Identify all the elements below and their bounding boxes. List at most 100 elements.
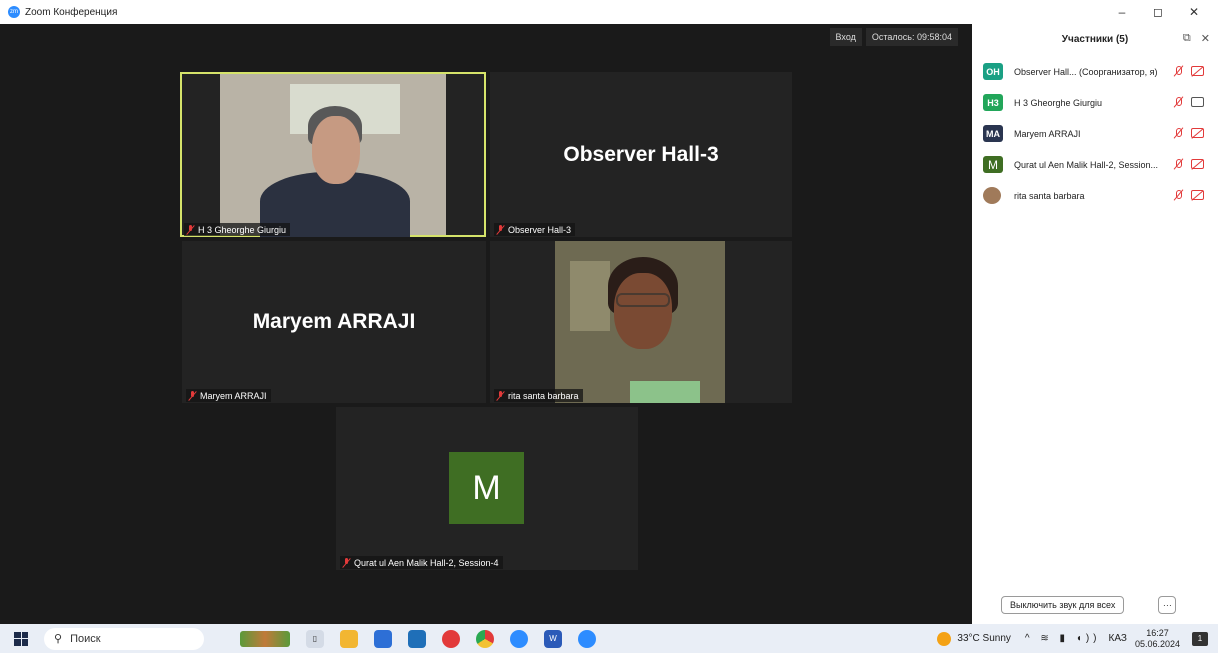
system-tray: 33°C Sunny ^ ≋ ▮ ◖)) КАЗ 16:27 05.06.202… (937, 624, 1218, 653)
window-frame (570, 261, 610, 331)
tray-icons[interactable]: ^ ≋ ▮ ◖)) (1025, 633, 1101, 644)
camera-on-icon[interactable] (1191, 97, 1204, 107)
tile-name: H 3 Gheorghe Giurgiu (198, 224, 287, 235)
panel-header-icons: ⧉ ✕ (1183, 32, 1210, 45)
search-placeholder: Поиск (70, 632, 101, 645)
mic-muted-icon (186, 224, 195, 235)
tile-big-name: Observer Hall-3 (563, 142, 719, 166)
mic-muted-icon[interactable] (1173, 189, 1183, 201)
mic-muted-icon[interactable] (1173, 158, 1183, 170)
tile-name: Qurat ul Aen Malik Hall-2, Session-4 (354, 557, 499, 568)
tile-name: Observer Hall-3 (508, 224, 572, 235)
panel-title: Участники (5) (1061, 33, 1129, 45)
zoom-taskbar-icon[interactable] (510, 629, 528, 648)
time-left-indicator: Осталось: 09:58:04 (865, 28, 958, 46)
task-view-icon[interactable]: ▯ (306, 629, 324, 648)
video-area: Вход Осталось: 09:58:04 H 3 Gheorghe Giu… (8, 24, 966, 624)
mic-muted-icon (496, 390, 505, 401)
participant-row[interactable]: M Qurat ul Aen Malik Hall-2, Session... (972, 149, 1218, 180)
participant-name: rita santa barbara (1014, 190, 1085, 201)
minimize-button[interactable]: – (1104, 0, 1140, 24)
maximize-button[interactable]: ◻ (1140, 0, 1176, 24)
tile-name-label: Qurat ul Aen Malik Hall-2, Session-4 (340, 556, 503, 569)
weather-icon (937, 631, 952, 646)
clock-time: 16:27 (1146, 627, 1169, 638)
participant-row[interactable]: H3 H 3 Gheorghe Giurgiu (972, 87, 1218, 118)
tile-name-label: H 3 Gheorghe Giurgiu (184, 223, 291, 236)
start-button[interactable] (14, 631, 28, 646)
speaker-face (614, 273, 672, 349)
mic-muted-icon (496, 224, 505, 235)
mail-icon[interactable] (408, 629, 426, 648)
participant-status-icons (1173, 65, 1204, 77)
clock-date: 05.06.2024 (1134, 638, 1180, 649)
video-tile-qurat[interactable]: M Qurat ul Aen Malik Hall-2, Session-4 (336, 407, 638, 570)
camera-off-icon[interactable] (1191, 159, 1204, 169)
search-icon: ⚲ (54, 633, 63, 645)
mic-muted-icon[interactable] (1173, 96, 1183, 108)
participant-name: Maryem ARRAJI (1014, 128, 1081, 139)
mute-all-button[interactable]: Выключить звук для всех (1001, 596, 1125, 614)
participant-name: H 3 Gheorghe Giurgiu (1014, 97, 1103, 108)
video-tile-h3-gheorghe[interactable]: H 3 Gheorghe Giurgiu (180, 72, 486, 237)
participant-list: OH Observer Hall... (Соорганизатор, я) H… (972, 56, 1218, 211)
tile-name-label: Observer Hall-3 (494, 223, 576, 236)
camera-off-icon[interactable] (1191, 190, 1204, 200)
participant-name: Observer Hall... (Соорганизатор, я) (1014, 66, 1158, 77)
file-explorer-icon[interactable] (340, 629, 358, 648)
tile-name-label: Maryem ARRAJI (186, 389, 271, 402)
notification-icon[interactable]: 1 (1192, 631, 1208, 646)
pop-out-icon[interactable]: ⧉ (1183, 32, 1191, 45)
camera-off-icon[interactable] (1191, 128, 1204, 138)
taskbar-decoration (240, 630, 290, 647)
participant-row[interactable]: MA Maryem ARRAJI (972, 118, 1218, 149)
participants-panel: Участники (5) ⧉ ✕ OH Observer Hall... (С… (972, 24, 1218, 624)
chrome-icon[interactable] (476, 629, 494, 648)
zoom-taskbar-icon-2[interactable] (578, 629, 596, 648)
participant-avatar: M (449, 452, 524, 524)
mic-muted-icon (188, 390, 197, 401)
mic-muted-icon[interactable] (1173, 65, 1183, 77)
tile-big-name: Maryem ARRAJI (252, 310, 416, 333)
language-indicator[interactable]: КАЗ (1109, 633, 1127, 644)
participant-status-icons (1173, 158, 1204, 170)
tile-name: Maryem ARRAJI (200, 390, 267, 401)
video-tile-maryem[interactable]: Maryem ARRAJI Maryem ARRAJI (182, 241, 486, 403)
camera-off-icon[interactable] (1191, 66, 1204, 76)
participant-status-icons (1173, 189, 1204, 201)
title-bar: zm Zoom Конференция – ◻ ✕ (0, 0, 1218, 24)
video-tile-rita[interactable]: rita santa barbara (490, 241, 792, 403)
clock[interactable]: 16:27 05.06.2024 (1135, 628, 1180, 650)
word-icon[interactable]: W (544, 629, 562, 648)
video-tile-observer-hall[interactable]: Observer Hall-3 Observer Hall-3 (490, 72, 792, 237)
mic-muted-icon (342, 557, 351, 568)
meeting-top-buttons: Вход Осталось: 09:58:04 (829, 28, 958, 46)
opera-icon[interactable] (442, 629, 460, 648)
zoom-app-icon: zm (8, 6, 20, 18)
speaker-glasses (616, 293, 670, 307)
close-button[interactable]: ✕ (1176, 0, 1212, 24)
participant-name: Qurat ul Aen Malik Hall-2, Session... (1014, 159, 1159, 170)
participant-row[interactable]: OH Observer Hall... (Соорганизатор, я) (972, 56, 1218, 87)
participant-avatar: OH (983, 63, 1003, 80)
participant-row[interactable]: rita santa barbara (972, 180, 1218, 211)
weather-text[interactable]: 33°C Sunny (957, 633, 1010, 644)
panel-footer: Выключить звук для всех ··· (972, 596, 1218, 614)
speaker-face (312, 116, 360, 184)
mic-muted-icon[interactable] (1173, 127, 1183, 139)
taskbar-search[interactable]: ⚲ Поиск (44, 627, 204, 650)
close-panel-icon[interactable]: ✕ (1201, 32, 1210, 45)
participant-avatar: M (983, 156, 1003, 173)
tile-name-label: rita santa barbara (494, 389, 583, 402)
enter-button[interactable]: Вход (829, 28, 862, 46)
participant-status-icons (1173, 127, 1204, 139)
participant-avatar: H3 (983, 94, 1003, 111)
window-title: Zoom Конференция (25, 6, 118, 18)
store-icon[interactable] (374, 629, 392, 648)
tile-name: rita santa barbara (508, 390, 579, 401)
window-controls: – ◻ ✕ (1104, 0, 1212, 24)
more-options-button[interactable]: ··· (1158, 596, 1177, 614)
taskbar: ⚲ Поиск ▯ W 33°C Sunny ^ ≋ ▮ ◖)) КАЗ 16:… (0, 624, 1218, 653)
participant-photo-avatar (983, 187, 1001, 204)
participant-status-icons (1173, 96, 1204, 108)
